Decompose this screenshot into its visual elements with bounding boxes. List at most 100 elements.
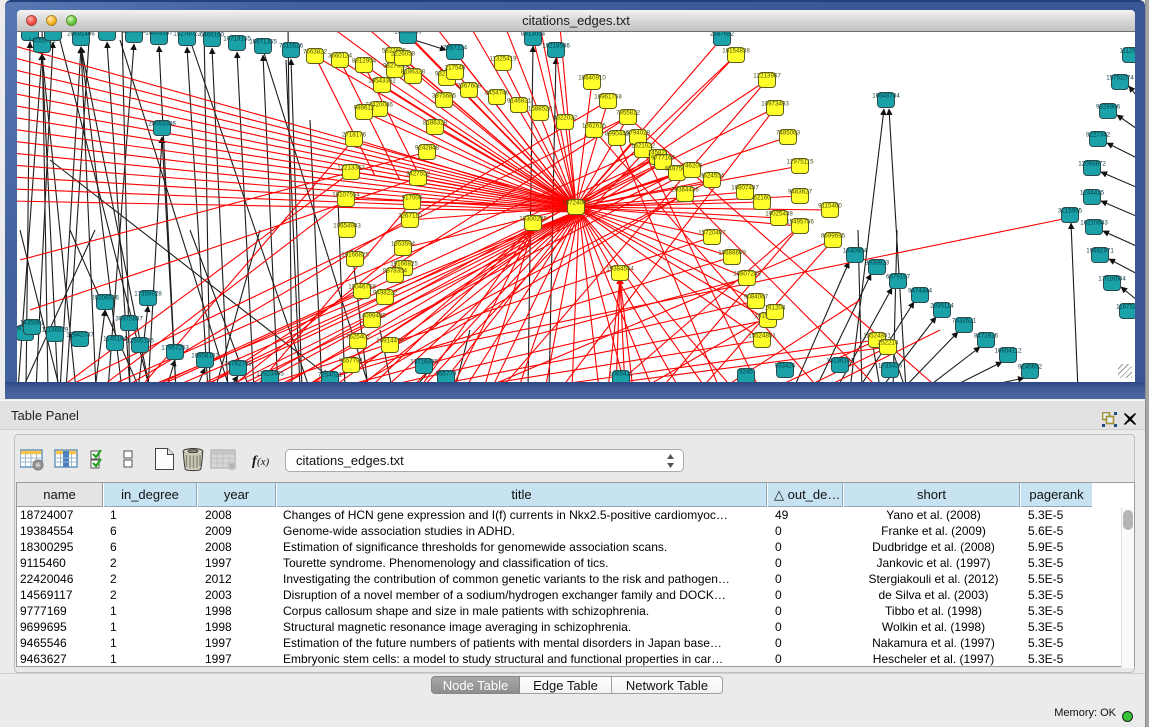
svg-text:30975887: 30975887 xyxy=(115,316,143,323)
svg-text:9777169: 9777169 xyxy=(651,155,676,162)
svg-text:19218506: 19218506 xyxy=(542,43,570,50)
svg-text:12505135: 12505135 xyxy=(126,338,154,345)
svg-text:20206536: 20206536 xyxy=(91,295,119,302)
svg-text:18724007: 18724007 xyxy=(562,200,590,207)
svg-text:19384554: 19384554 xyxy=(606,266,634,273)
svg-text:217546: 217546 xyxy=(445,65,466,72)
svg-text:15495756: 15495756 xyxy=(786,219,814,226)
svg-text:9474444: 9474444 xyxy=(908,288,933,295)
svg-text:8813054: 8813054 xyxy=(521,32,546,38)
svg-text:8186328: 8186328 xyxy=(401,69,426,76)
svg-text:10025438: 10025438 xyxy=(765,211,793,218)
svg-text:8912954: 8912954 xyxy=(352,58,377,65)
svg-text:1362615: 1362615 xyxy=(582,123,607,130)
svg-text:3875685: 3875685 xyxy=(432,93,457,100)
svg-text:20053346: 20053346 xyxy=(148,121,176,128)
svg-text:12213967: 12213967 xyxy=(753,73,781,80)
svg-text:3427552: 3427552 xyxy=(406,171,431,178)
svg-text:8471626: 8471626 xyxy=(974,333,999,340)
svg-text:15524851: 15524851 xyxy=(863,333,891,340)
svg-text:3624554: 3624554 xyxy=(700,173,725,180)
svg-text:6794028: 6794028 xyxy=(626,130,651,137)
svg-text:16154838: 16154838 xyxy=(722,48,750,55)
svg-text:8938923: 8938923 xyxy=(865,260,890,267)
svg-text:917006: 917006 xyxy=(402,195,423,202)
svg-text:1145194: 1145194 xyxy=(103,336,127,343)
svg-text:3267110: 3267110 xyxy=(398,213,422,220)
svg-text:7857224: 7857224 xyxy=(443,45,468,52)
svg-text:2106532: 2106532 xyxy=(122,32,147,35)
svg-text:7485063: 7485063 xyxy=(776,130,801,137)
svg-text:20691406: 20691406 xyxy=(67,32,95,38)
svg-text:2687682: 2687682 xyxy=(710,32,735,38)
svg-text:18300295: 18300295 xyxy=(519,216,547,223)
svg-text:1588520: 1588520 xyxy=(528,106,553,113)
svg-text:16782759: 16782759 xyxy=(224,361,252,368)
svg-text:11156829: 11156829 xyxy=(42,327,69,334)
svg-text:8878354: 8878354 xyxy=(383,268,408,275)
svg-text:15720407: 15720407 xyxy=(698,230,726,237)
svg-text:62160: 62160 xyxy=(753,195,771,202)
svg-text:6679197: 6679197 xyxy=(886,274,911,281)
svg-text:8186328: 8186328 xyxy=(423,120,448,127)
svg-text:8454749: 8454749 xyxy=(485,90,510,97)
svg-text:161204: 161204 xyxy=(765,305,786,312)
svg-text:15524851: 15524851 xyxy=(748,333,776,340)
svg-text:12942737: 12942737 xyxy=(66,332,94,339)
svg-text:18807249: 18807249 xyxy=(733,271,761,278)
svg-text:1244415: 1244415 xyxy=(1080,190,1105,197)
svg-text:6466160: 6466160 xyxy=(200,32,225,39)
svg-text:7955812: 7955812 xyxy=(616,110,641,117)
svg-text:3660124: 3660124 xyxy=(328,53,353,60)
svg-text:17359928: 17359928 xyxy=(134,291,162,298)
svg-text:18640910: 18640910 xyxy=(578,75,606,82)
svg-text:7254021: 7254021 xyxy=(318,372,343,379)
svg-text:2367608: 2367608 xyxy=(457,83,482,90)
svg-text:16671355: 16671355 xyxy=(249,39,277,46)
svg-text:746206: 746206 xyxy=(682,163,703,170)
svg-text:10958107: 10958107 xyxy=(191,353,219,360)
svg-text:7632621: 7632621 xyxy=(952,318,977,325)
svg-text:14136141: 14136141 xyxy=(826,358,854,365)
svg-text:2718176: 2718176 xyxy=(342,132,367,139)
svg-text:16961758: 16961758 xyxy=(594,94,622,101)
svg-text:12975115: 12975115 xyxy=(786,159,814,166)
svg-text:9146821: 9146821 xyxy=(507,98,532,105)
svg-text:13716485: 13716485 xyxy=(410,359,438,366)
svg-text:11325419: 11325419 xyxy=(489,56,517,63)
svg-text:1353594: 1353594 xyxy=(391,241,416,248)
svg-text:16210643: 16210643 xyxy=(1080,220,1108,227)
svg-text:10807487: 10807487 xyxy=(731,185,759,192)
svg-text:19166825: 19166825 xyxy=(390,261,418,268)
svg-text:9227342: 9227342 xyxy=(1086,132,1111,139)
svg-text:2935114: 2935114 xyxy=(930,303,954,310)
svg-text:10654112: 10654112 xyxy=(994,348,1022,355)
svg-text:965779: 965779 xyxy=(436,371,457,378)
svg-text:10688609: 10688609 xyxy=(718,250,746,257)
svg-text:9242848: 9242848 xyxy=(415,145,440,152)
svg-text:9463627: 9463627 xyxy=(788,189,813,196)
svg-text:9115460: 9115460 xyxy=(818,203,842,210)
svg-text:19654983: 19654983 xyxy=(333,223,361,230)
svg-text:252214: 252214 xyxy=(878,340,899,347)
svg-text:3215955: 3215955 xyxy=(1058,208,1083,215)
svg-text:15751074: 15751074 xyxy=(1106,75,1134,82)
svg-text:9657791: 9657791 xyxy=(339,358,364,365)
svg-text:16033809: 16033809 xyxy=(394,32,422,36)
svg-text:1621022: 1621022 xyxy=(631,143,656,150)
svg-text:(x): (x) xyxy=(257,456,270,468)
svg-text:1640954: 1640954 xyxy=(843,248,868,255)
svg-text:19166825: 19166825 xyxy=(341,252,369,259)
svg-text:12923465: 12923465 xyxy=(256,371,284,378)
svg-text:17016504: 17016504 xyxy=(1098,276,1126,283)
svg-text:14099489: 14099489 xyxy=(358,313,386,320)
svg-text:9084067: 9084067 xyxy=(744,294,769,301)
svg-text:9329966: 9329966 xyxy=(1096,104,1121,111)
svg-text:1733426: 1733426 xyxy=(878,363,903,370)
svg-text:10719155: 10719155 xyxy=(223,36,251,43)
svg-text:16107554: 16107554 xyxy=(332,192,360,199)
svg-text:1435061: 1435061 xyxy=(20,320,45,327)
svg-text:9245: 9245 xyxy=(739,369,753,376)
svg-text:1112972: 1112972 xyxy=(1119,48,1135,55)
svg-text:16648784: 16648784 xyxy=(872,93,900,100)
